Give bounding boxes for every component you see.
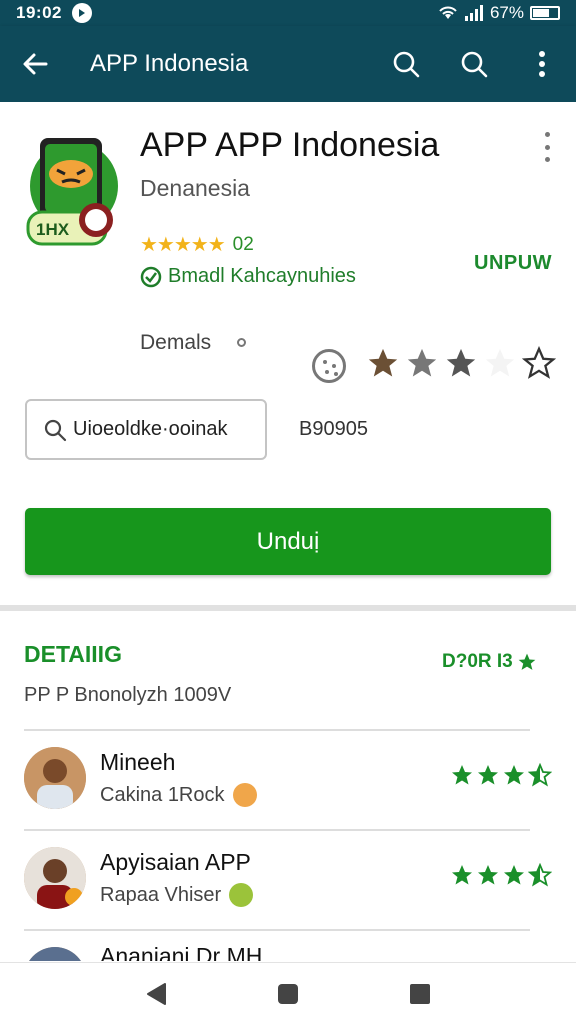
search-input[interactable]: Uioeoldke·ooinak [25,399,267,460]
wifi-icon [439,6,457,19]
rating-value: 02 [232,233,254,255]
section-rating-link[interactable]: D?0R I3 [442,651,537,673]
star-outline-icon[interactable] [522,346,556,380]
reviewer-name: Ananjani Dr MH [100,947,263,961]
verified-badge: Bmadl Kahcaynuhies [140,265,356,288]
review-item[interactable]: Apyisaian APP Rapaa Vhiser [24,847,554,927]
star-rating-picker[interactable] [366,346,556,380]
app-logo-icon: 1HX [26,138,118,246]
svg-text:1HX: 1HX [36,220,70,239]
nav-back-button[interactable] [136,974,176,1014]
battery-icon [530,6,560,20]
star-filled-icon [504,865,524,885]
info-dot-icon [237,338,246,347]
install-button[interactable]: Unduị [25,508,551,575]
nav-recents-button[interactable] [400,974,440,1014]
rating-stars-icon: ★★★★★ [140,234,226,256]
verified-label: Bmadl Kahcaynuhies [168,265,356,287]
back-button[interactable] [0,26,70,102]
badge-icon [232,783,257,807]
search-icon [461,51,488,78]
status-time: 19:02 [16,3,62,22]
star-filled-icon[interactable] [444,346,478,380]
reviewer-name: Mineeh [100,749,176,775]
review-stars [450,863,552,887]
more-vertical-icon [539,51,545,77]
details-section: DETAIIIG D?0R I3 PP P Bnonolyzh 1009V Mi… [0,611,576,961]
signal-icon [464,5,483,21]
check-circle-icon [140,266,162,287]
more-options-button[interactable] [508,26,576,102]
review-item[interactable]: Ananjani Dr MH [24,947,554,961]
section-right-label: D?0R I3 [442,651,513,672]
star-half-icon [528,863,552,887]
app-bar-title: APP Indonesia [90,50,249,77]
review-item[interactable]: Mineeh Cakina 1Rock [24,747,554,827]
search-button[interactable] [372,26,440,102]
section-subtitle: PP P Bnonolyzh 1009V [24,684,232,706]
row-divider [24,729,530,731]
square-recents-icon [410,983,430,1004]
section-title: DETAIIIG [24,641,122,667]
reviewer-subtitle: Rapaa Vhiser [100,883,254,907]
cookie-icon[interactable] [312,349,346,383]
details-label: Demals [140,331,212,354]
app-overflow-menu[interactable] [535,132,559,162]
avatar [24,747,86,809]
search-code: B90905 [299,418,368,440]
search-button-secondary[interactable] [440,26,508,102]
row-divider [24,829,530,831]
search-icon [44,419,67,441]
star-half-icon [528,763,552,787]
star-filled-icon [478,865,498,885]
avatar [24,947,86,961]
star-icon [518,653,536,670]
row-divider [24,929,530,931]
nav-home-button[interactable] [268,974,308,1014]
installed-label[interactable]: UNPUW [474,252,552,275]
arrow-left-icon [23,53,48,75]
reviewer-subtitle-text: Rapaa Vhiser [100,883,222,906]
star-filled-icon [478,765,498,785]
star-filled-icon[interactable] [405,346,439,380]
reviewer-name: Apyisaian APP [100,849,251,875]
status-right: 67% [438,3,560,23]
star-filled-icon [452,865,472,885]
reviewer-subtitle: Cakina 1Rock [100,783,257,807]
star-filled-icon [504,765,524,785]
app-title: APP APP Indonesia [140,126,440,164]
star-filled-icon [452,765,472,785]
avatar [24,847,86,909]
square-home-icon [278,983,298,1004]
reviewer-subtitle-text: Cakina 1Rock [100,783,225,806]
notification-icon [71,3,92,23]
app-bar: APP Indonesia [0,26,576,102]
triangle-back-icon [147,982,166,1005]
search-icon [393,51,420,78]
status-bar: 19:02 67% [0,0,576,26]
star-empty-icon[interactable] [483,346,517,380]
star-filled-icon[interactable] [366,346,400,380]
developer-name[interactable]: Denanesia [140,175,250,202]
system-nav-bar [0,962,576,1024]
review-stars [450,763,552,787]
badge-icon [229,883,254,907]
app-header-card: 1HX APP APP Indonesia Denanesia ★★★★★ 02… [0,102,576,607]
search-value: Uioeoldke·ooinak [73,418,228,440]
rating-row: ★★★★★ 02 [140,232,254,257]
battery-percent: 67% [489,3,524,22]
